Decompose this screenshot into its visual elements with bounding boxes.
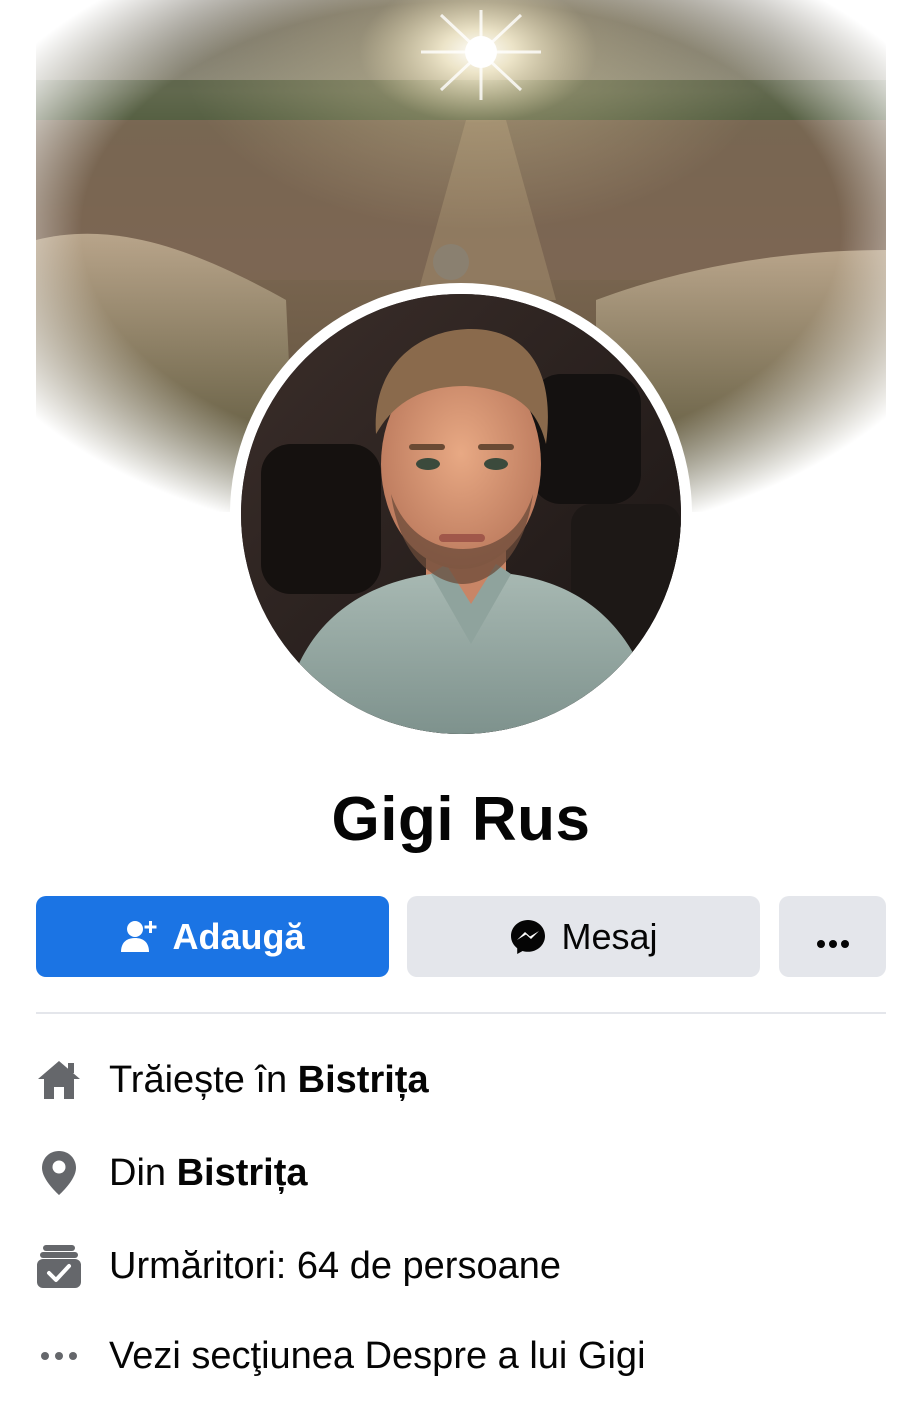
see-about-link[interactable]: Vezi secţiunea Despre a lui Gigi (109, 1335, 646, 1378)
intro-lives-in: Trăiește în Bistrița (36, 1050, 886, 1110)
profile-picture-frame (230, 283, 692, 745)
lives-in-prefix: Trăiește în (109, 1058, 298, 1101)
more-horizontal-icon (816, 916, 850, 958)
home-icon (36, 1057, 82, 1103)
from-city[interactable]: Bistrița (177, 1152, 308, 1194)
location-pin-icon (36, 1150, 82, 1196)
profile-name: Gigi Rus (331, 785, 591, 854)
add-friend-icon (120, 918, 158, 956)
add-friend-button[interactable]: Adaugă (36, 896, 389, 977)
add-friend-label: Adaugă (172, 915, 305, 957)
followers-text: Urmăritori: 64 de persoane (109, 1244, 561, 1287)
more-horizontal-icon (36, 1333, 82, 1379)
section-divider (36, 1012, 886, 1014)
intro-followers[interactable]: Urmăritori: 64 de persoane (36, 1236, 886, 1296)
profile-picture[interactable] (241, 294, 681, 734)
intro-from: Din Bistrița (36, 1143, 886, 1203)
intro-see-about[interactable]: Vezi secţiunea Despre a lui Gigi (36, 1326, 886, 1386)
followers-icon (36, 1243, 82, 1289)
message-button[interactable]: Mesaj (407, 896, 760, 977)
messenger-icon (509, 918, 547, 956)
from-prefix: Din (109, 1151, 177, 1194)
message-label: Mesaj (561, 915, 658, 957)
lives-in-city[interactable]: Bistrița (298, 1059, 429, 1101)
more-options-button[interactable] (779, 896, 886, 977)
